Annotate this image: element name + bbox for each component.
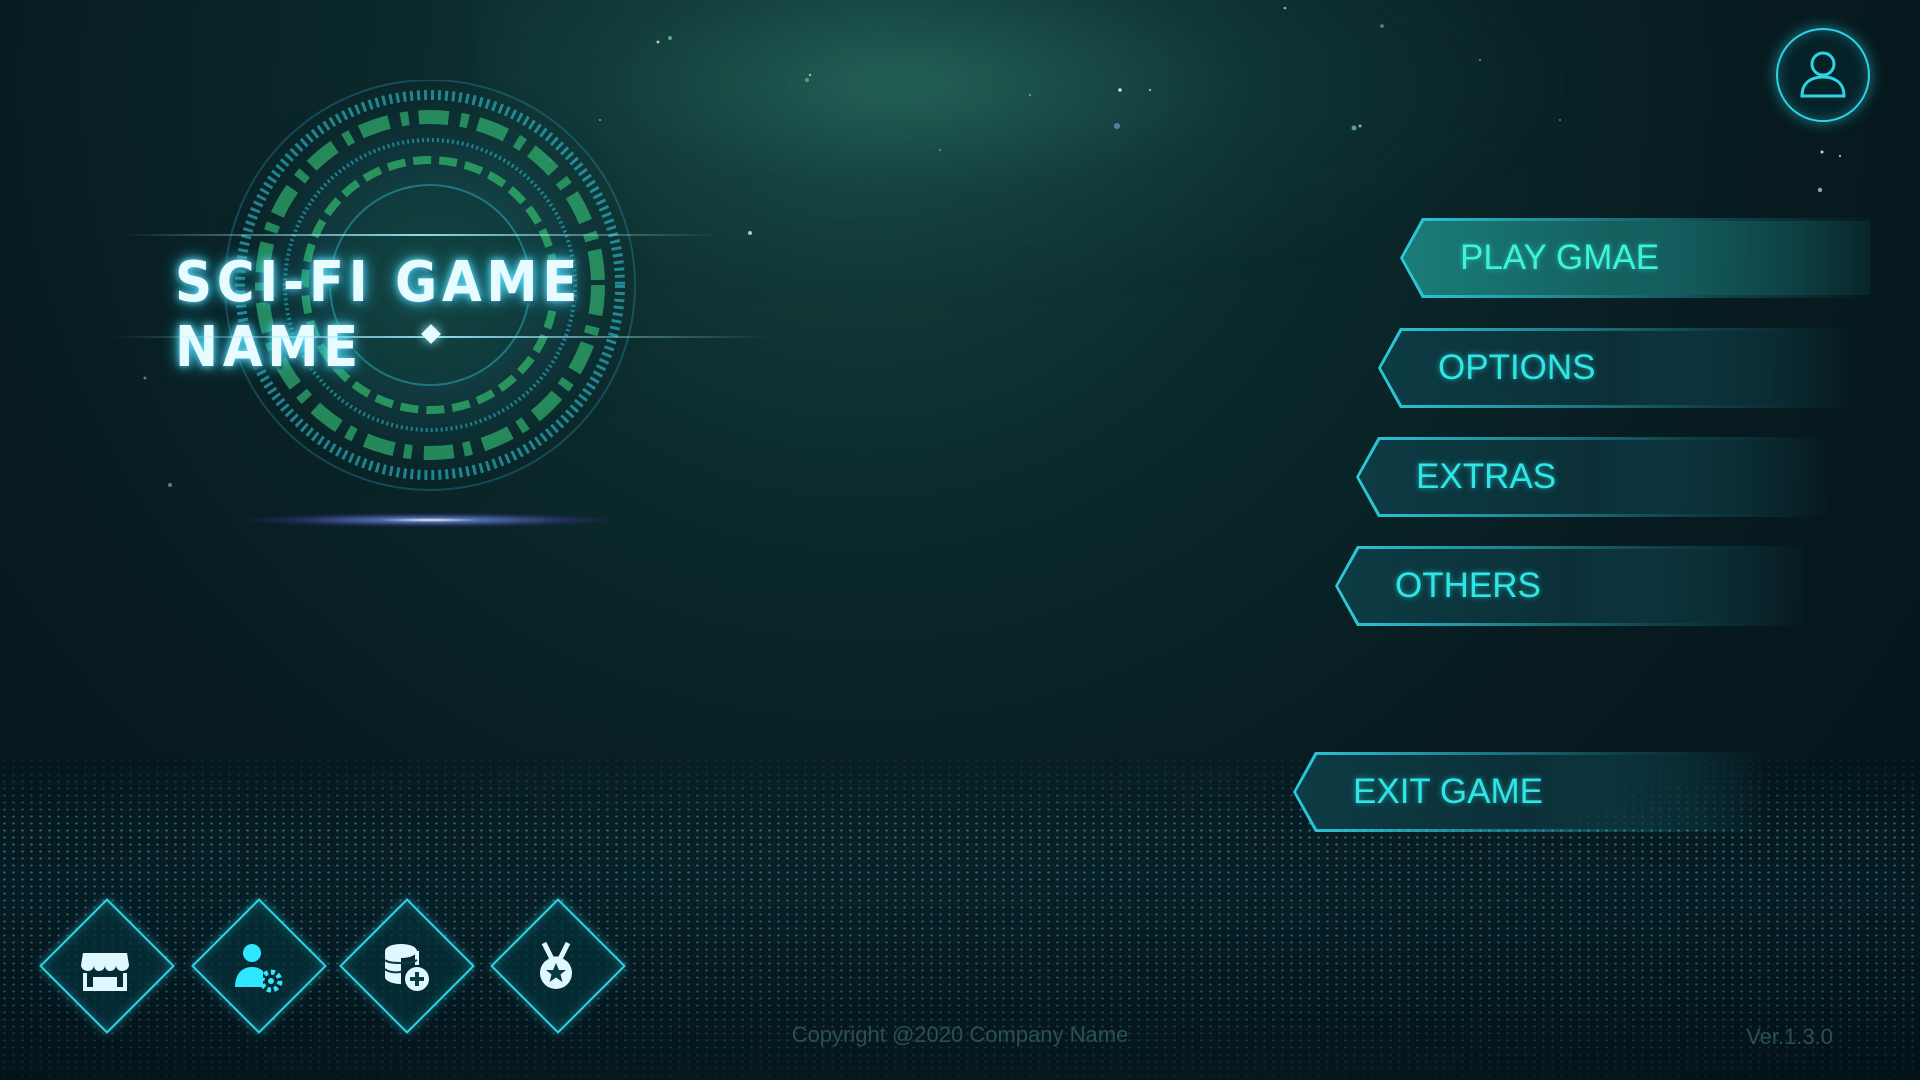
title-line-top <box>120 234 720 236</box>
exit-game-label: EXIT GAME <box>1353 772 1543 811</box>
achievement-medal-icon <box>540 941 572 989</box>
lens-flare <box>250 513 610 527</box>
shop-icon <box>81 953 129 991</box>
exit-game-button[interactable]: EXIT GAME <box>1293 752 1763 832</box>
add-coins-icon <box>384 944 429 991</box>
options-label: OPTIONS <box>1438 348 1596 387</box>
others-label: OTHERS <box>1395 566 1541 605</box>
extras-label: EXTRAS <box>1416 457 1557 496</box>
user-icon <box>1800 51 1846 98</box>
version-text: Ver.1.3.0 <box>1746 1024 1833 1049</box>
others-button[interactable]: OTHERS <box>1335 546 1805 626</box>
options-button[interactable]: OPTIONS <box>1378 328 1848 408</box>
character-settings-icon <box>235 944 283 993</box>
play-game-label: PLAY GMAE <box>1460 238 1660 277</box>
play-game-button[interactable]: PLAY GMAE <box>1400 218 1870 298</box>
extras-button[interactable]: EXTRAS <box>1356 437 1826 517</box>
profile-button[interactable] <box>1776 28 1870 122</box>
copyright-text: Copyright @2020 Company Name <box>791 1022 1129 1047</box>
game-title: SCI-FI GAME NAME <box>175 250 582 380</box>
title-line-bottom <box>110 336 770 338</box>
